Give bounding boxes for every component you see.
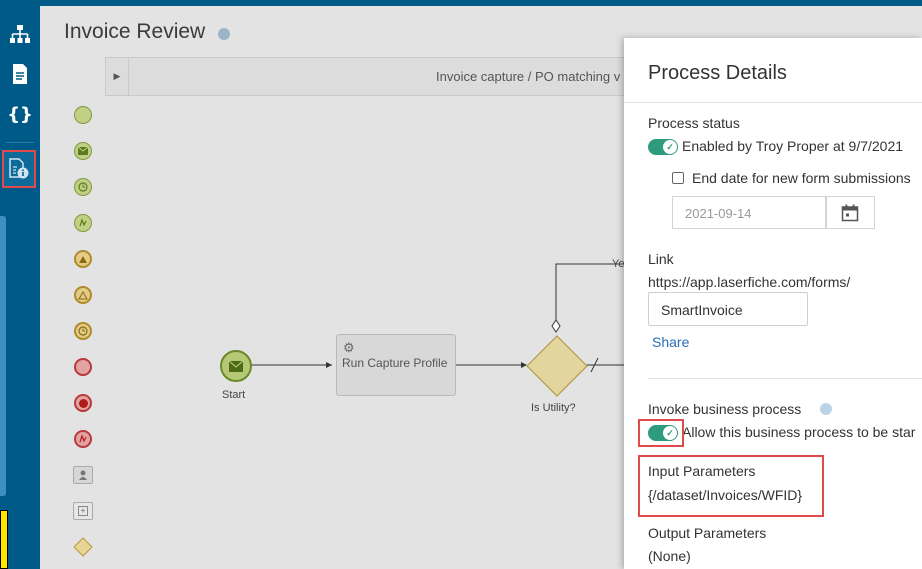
link-slug-input[interactable]: SmartInvoice (648, 292, 808, 326)
help-icon[interactable] (820, 403, 832, 415)
end-date-checkbox[interactable] (672, 172, 684, 184)
calendar-icon (841, 204, 859, 221)
output-parameters-value: (None) (648, 548, 691, 564)
panel-title: Process Details (648, 62, 787, 84)
start-event-node[interactable] (220, 350, 252, 382)
end-date-label: End date for new form submissions (692, 170, 911, 186)
message-icon (229, 360, 243, 372)
share-link[interactable]: Share (652, 334, 689, 350)
link-label: Link (648, 251, 674, 267)
run-capture-profile-task[interactable]: ⚙ Run Capture Profile (336, 334, 456, 396)
check-icon: ✓ (663, 140, 677, 154)
toggle-highlight-box (638, 419, 684, 447)
invoke-business-process-label: Invoke business process (648, 401, 802, 417)
gateway-label: Is Utility? (531, 402, 576, 414)
gear-icon: ⚙ (343, 340, 355, 355)
end-date-input[interactable]: 2021-09-14 (672, 196, 827, 229)
task-label: Run Capture Profile (342, 356, 448, 370)
branch-label: Ye (612, 258, 625, 270)
link-url-prefix: https://app.laserfiche.com/forms/ (648, 274, 851, 290)
section-divider (648, 378, 922, 379)
input-parameters-highlight-box (638, 455, 824, 517)
calendar-button[interactable] (825, 196, 875, 229)
is-utility-gateway[interactable] (526, 335, 588, 397)
start-event-label: Start (222, 389, 246, 401)
allow-invoke-text: Allow this business process to be star (682, 424, 916, 440)
process-status-toggle[interactable]: ✓ (648, 139, 678, 155)
process-status-label: Process status (648, 115, 740, 131)
enabled-by-text: Enabled by Troy Proper at 9/7/2021 (682, 138, 904, 154)
process-details-panel: Process Details Process status ✓ Enabled… (624, 38, 922, 569)
output-parameters-label: Output Parameters (648, 525, 767, 541)
panel-title-divider (624, 102, 922, 103)
